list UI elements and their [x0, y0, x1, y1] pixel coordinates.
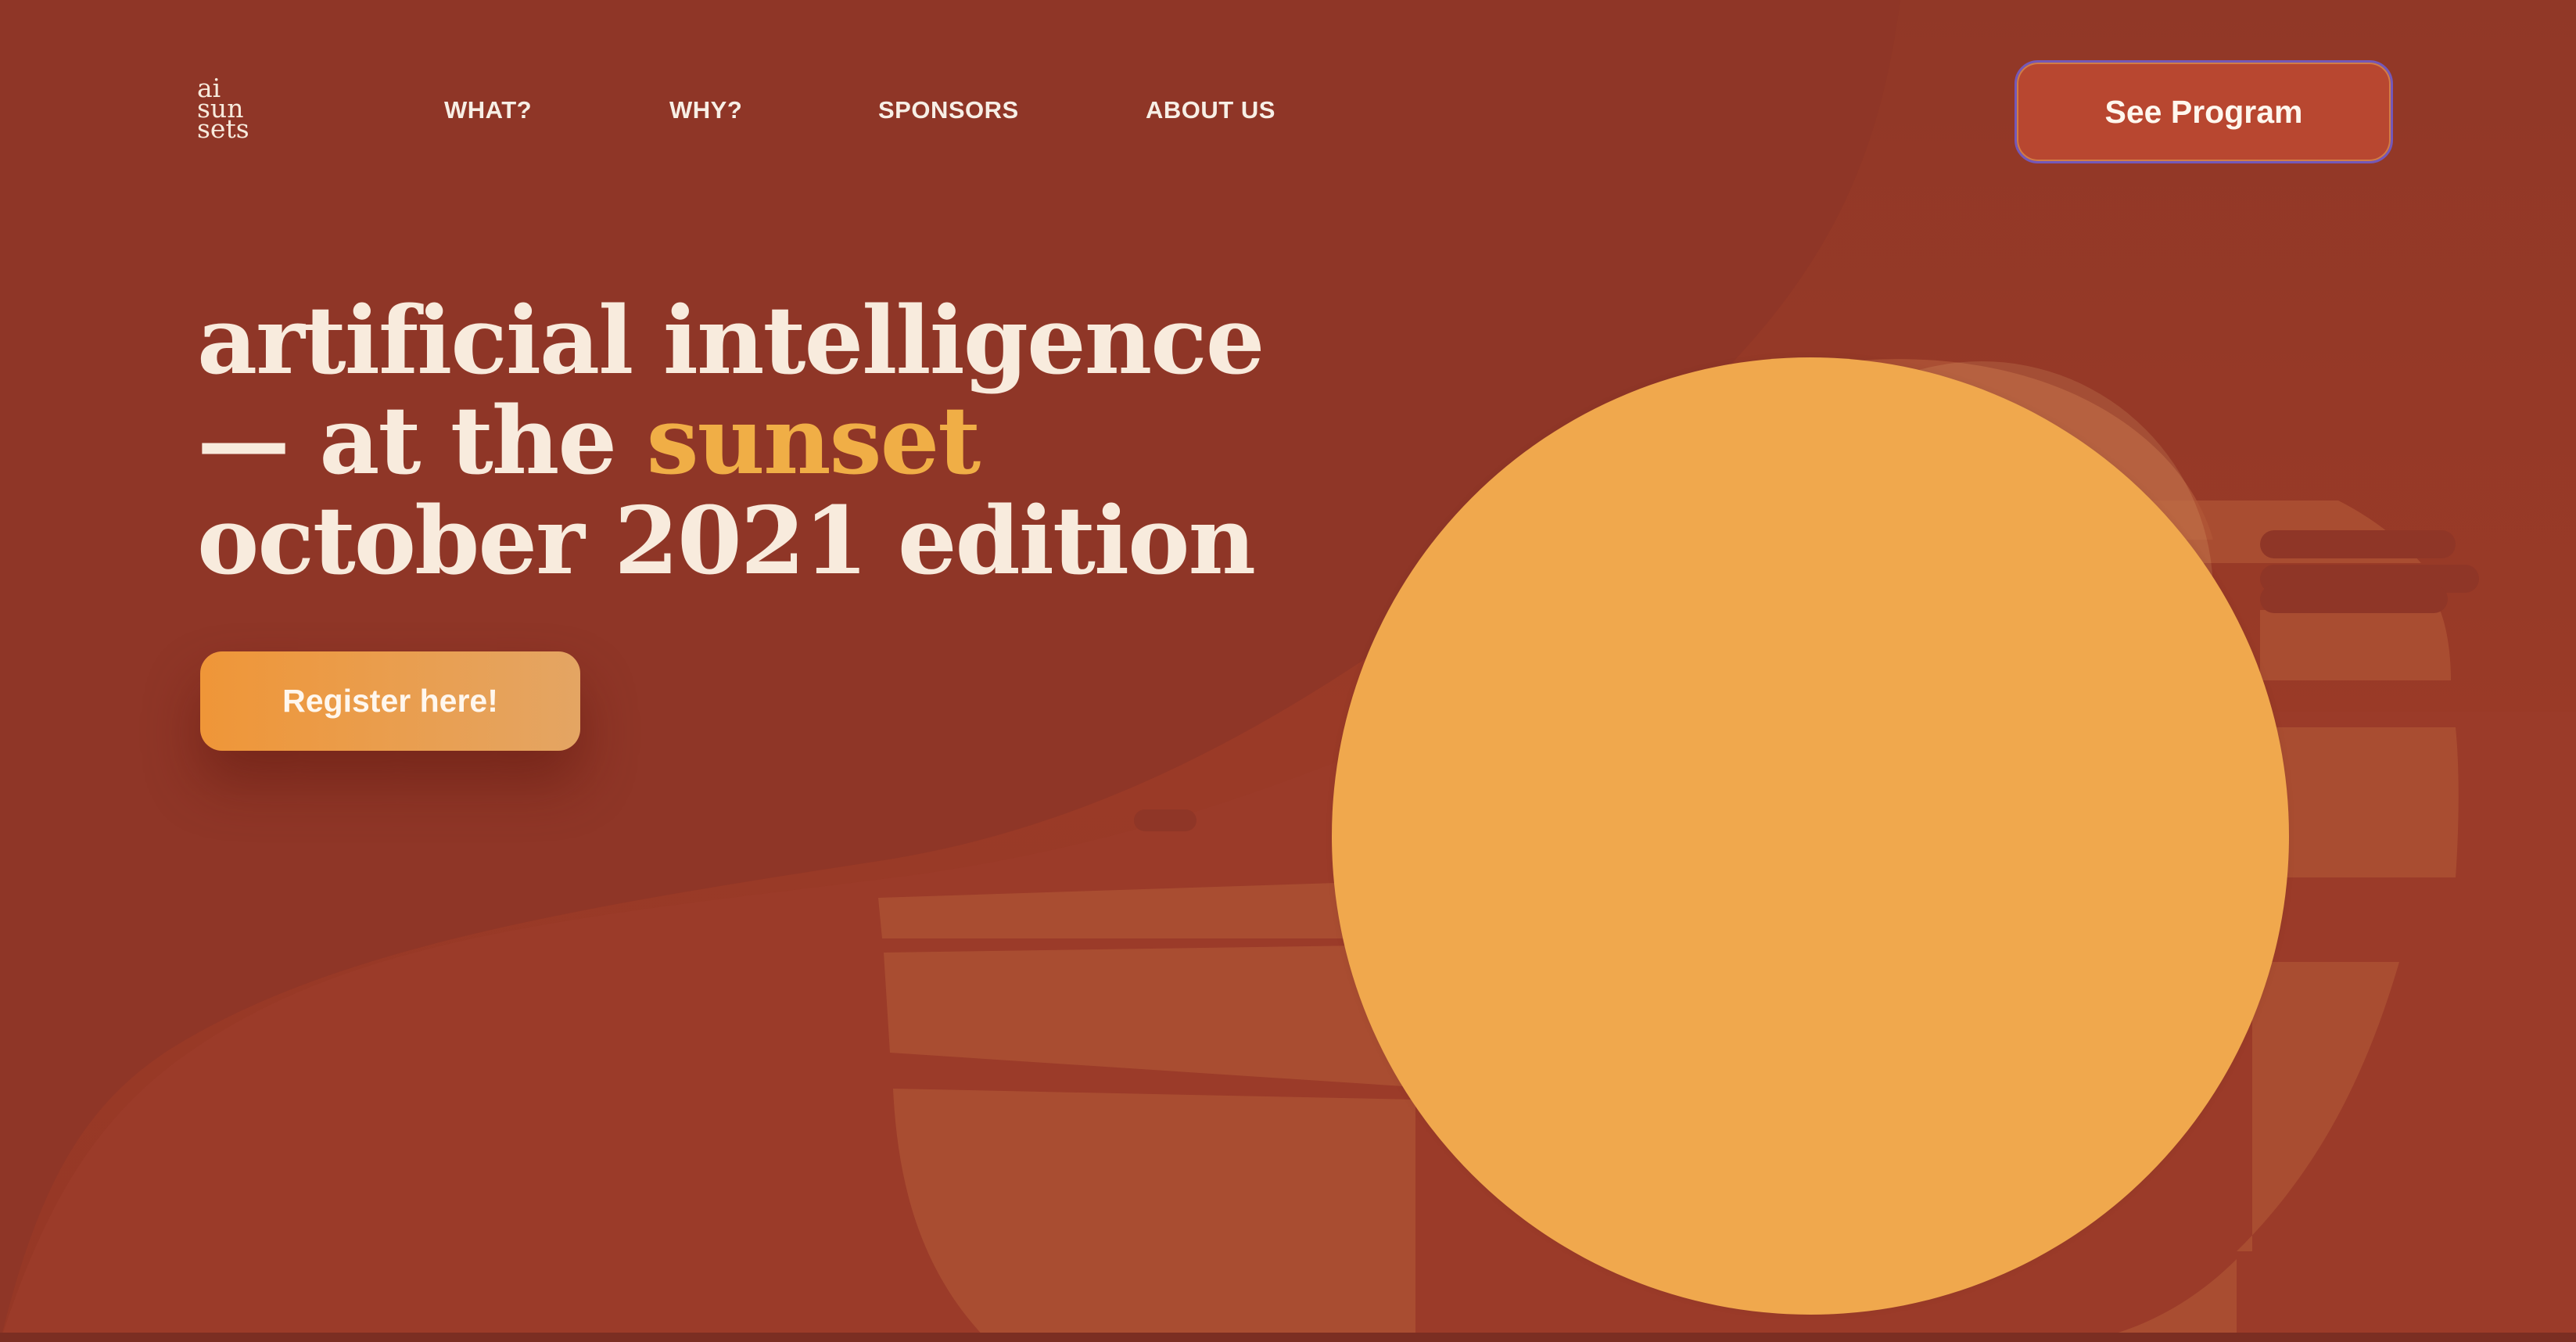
hero-accent-sunset: sunset	[646, 386, 981, 496]
nav-item-about-us[interactable]: ABOUT US	[1146, 96, 1275, 124]
site-logo[interactable]: ai sun sets	[197, 75, 267, 144]
see-program-button[interactable]: See Program	[2015, 60, 2393, 163]
nav-item-why[interactable]: WHY?	[669, 96, 742, 124]
hero-line-1: artificial intelligence	[197, 286, 1265, 396]
nav-item-what[interactable]: WHAT?	[444, 96, 532, 124]
logo-line-sets: sets	[197, 113, 249, 144]
nav-item-sponsors[interactable]: SPONSORS	[878, 96, 1019, 124]
hero-heading: artificial intelligence — at the sunset …	[197, 286, 1265, 596]
sun-circle	[1332, 357, 2289, 1315]
hero-line-3: october 2021 edition	[197, 486, 1256, 596]
register-button[interactable]: Register here!	[200, 651, 580, 751]
hero-line-2-prefix: — at the	[197, 386, 647, 496]
landing-page: ai sun sets WHAT? WHY? SPONSORS ABOUT US…	[0, 0, 2576, 1342]
bottom-strip	[0, 1333, 2576, 1342]
hero-line-2: — at the sunset	[197, 391, 1214, 491]
